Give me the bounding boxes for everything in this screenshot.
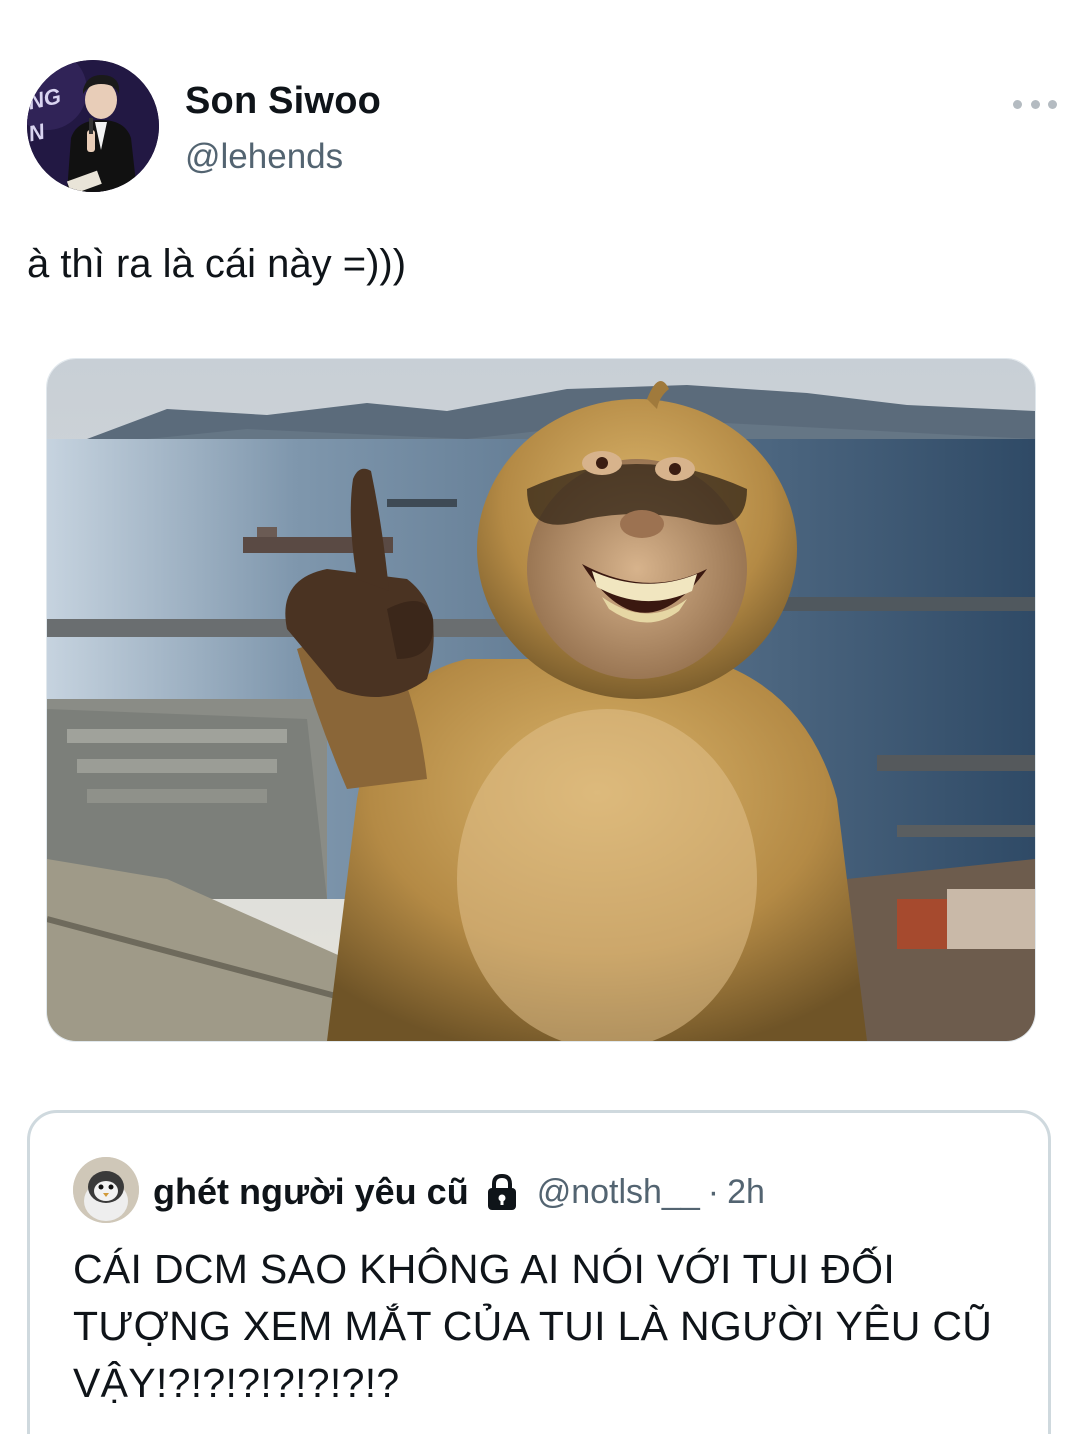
monkey-photo (47, 359, 1035, 1041)
quote-header: ghét người yêu cũ @notlsh__ · 2h (153, 1171, 765, 1213)
author-display-name[interactable]: Son Siwoo (185, 80, 381, 123)
tweet-text: à thì ra là cái này =))) (27, 242, 407, 286)
dot (1048, 99, 1057, 109)
quote-display-name[interactable]: ghét người yêu cũ (153, 1171, 469, 1213)
dot (1030, 99, 1040, 109)
more-horizontal-icon[interactable] (1013, 94, 1057, 114)
dot (1013, 99, 1022, 109)
tweet-page: NG N Son Siwoo @lehends à thì ra là cái … (0, 0, 1075, 1434)
quote-tweet-card[interactable]: ghét người yêu cũ @notlsh__ · 2h CÁI DCM… (27, 1110, 1051, 1434)
author-avatar[interactable]: NG N (27, 60, 159, 192)
separator-dot: · (707, 1172, 720, 1211)
quote-handle[interactable]: @notlsh__ (537, 1173, 700, 1212)
lock-icon (487, 1173, 516, 1210)
author-handle[interactable]: @lehends (185, 137, 343, 177)
tweet-media-image[interactable] (46, 358, 1036, 1042)
quote-timestamp[interactable]: 2h (727, 1173, 765, 1212)
quote-author-avatar[interactable] (73, 1157, 139, 1223)
quote-tweet-text: CÁI DCM SAO KHÔNG AI NÓI VỚI TUI ĐỐI TƯỢ… (73, 1246, 993, 1406)
